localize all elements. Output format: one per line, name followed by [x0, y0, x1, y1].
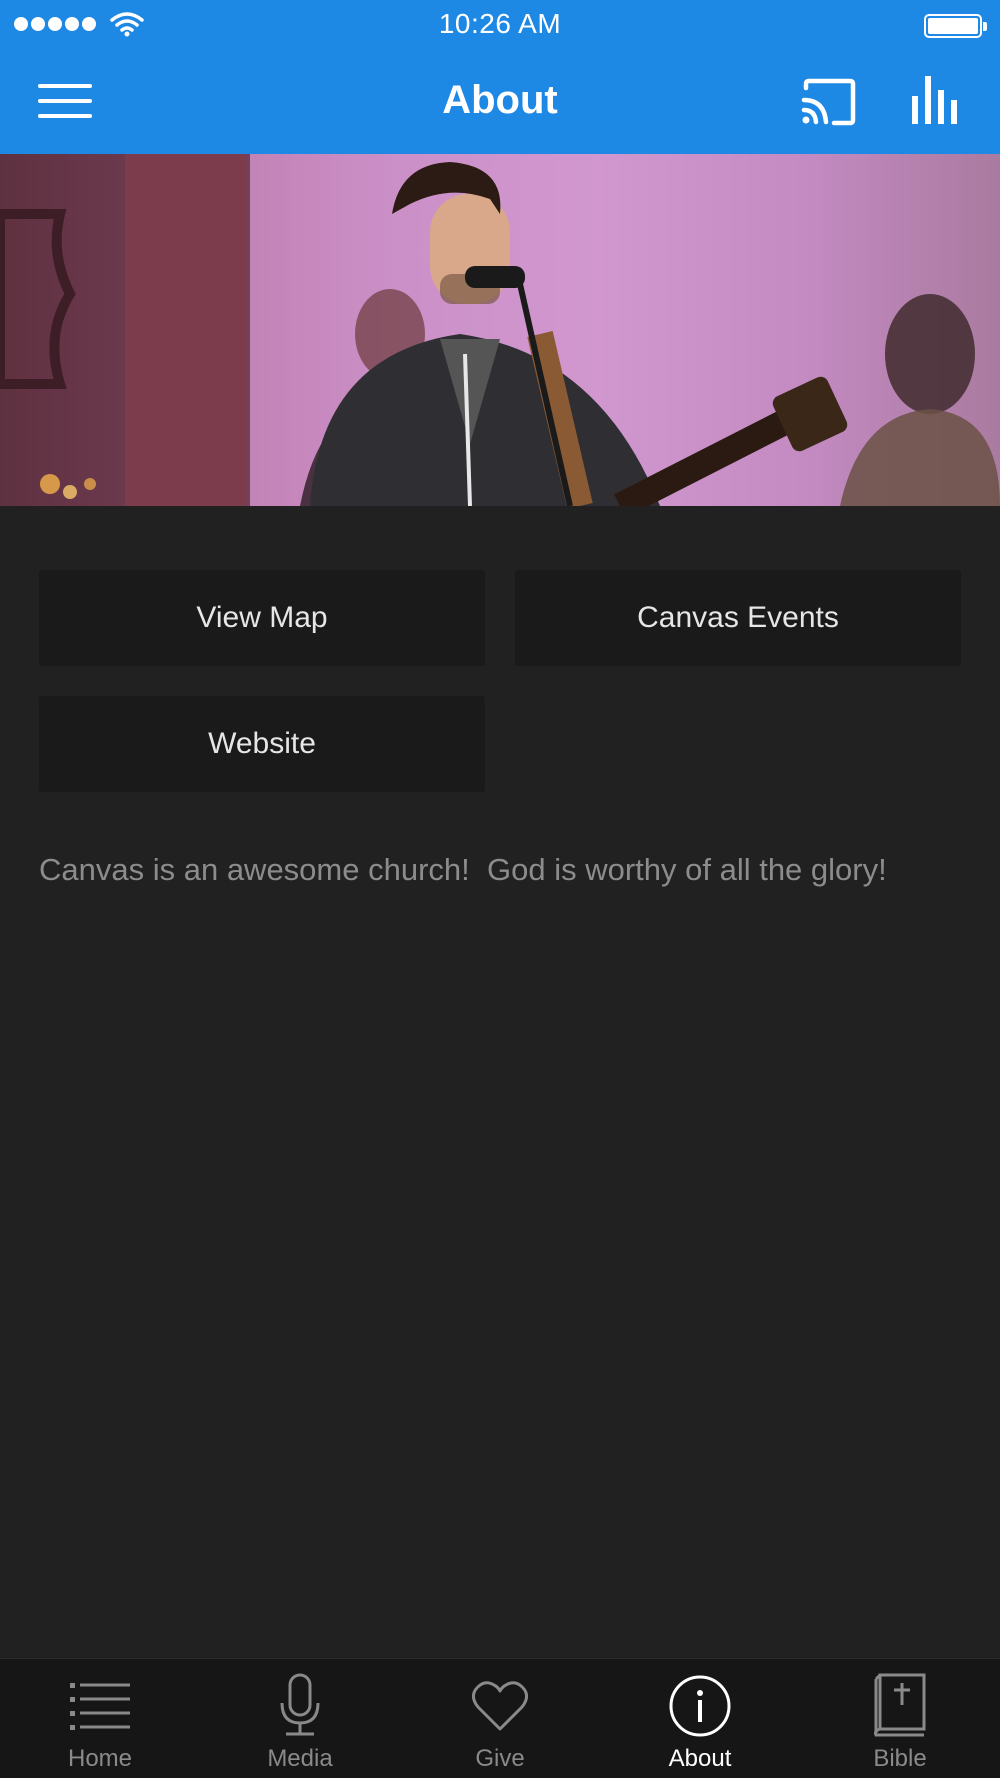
- tab-about[interactable]: About: [600, 1659, 800, 1778]
- cast-icon[interactable]: [800, 78, 856, 126]
- battery-icon: [924, 14, 987, 38]
- canvas-events-button[interactable]: Canvas Events: [515, 570, 961, 666]
- tab-home[interactable]: Home: [0, 1659, 200, 1778]
- list-icon: [70, 1683, 130, 1730]
- tab-label: Home: [67, 1745, 133, 1772]
- tab-label: Bible: [873, 1745, 927, 1772]
- website-button[interactable]: Website: [39, 696, 485, 792]
- heart-icon: [471, 1681, 529, 1731]
- view-map-button[interactable]: View Map: [39, 570, 485, 666]
- bar-chart-icon[interactable]: [910, 74, 958, 126]
- status-bar: 10:26 AM: [0, 0, 1000, 50]
- tab-label: About: [668, 1745, 732, 1772]
- tab-label: Give: [475, 1745, 525, 1772]
- bible-icon: [874, 1673, 926, 1737]
- app-header: About: [0, 50, 1000, 154]
- tab-media[interactable]: Media: [200, 1659, 400, 1778]
- info-icon: [669, 1675, 731, 1737]
- status-time: 10:26 AM: [438, 8, 562, 39]
- tab-label: Media: [267, 1745, 333, 1772]
- microphone-icon: [280, 1673, 320, 1736]
- about-description: Canvas is an awesome church! God is wort…: [39, 852, 887, 887]
- hero-photo: [0, 154, 1000, 506]
- top-bar: 10:26 AM About: [0, 0, 1000, 154]
- tab-bar: Home Media Give About Bible: [0, 1658, 1000, 1778]
- hero-image: [0, 154, 1000, 506]
- tab-give[interactable]: Give: [400, 1659, 600, 1778]
- tab-bible[interactable]: Bible: [800, 1659, 1000, 1778]
